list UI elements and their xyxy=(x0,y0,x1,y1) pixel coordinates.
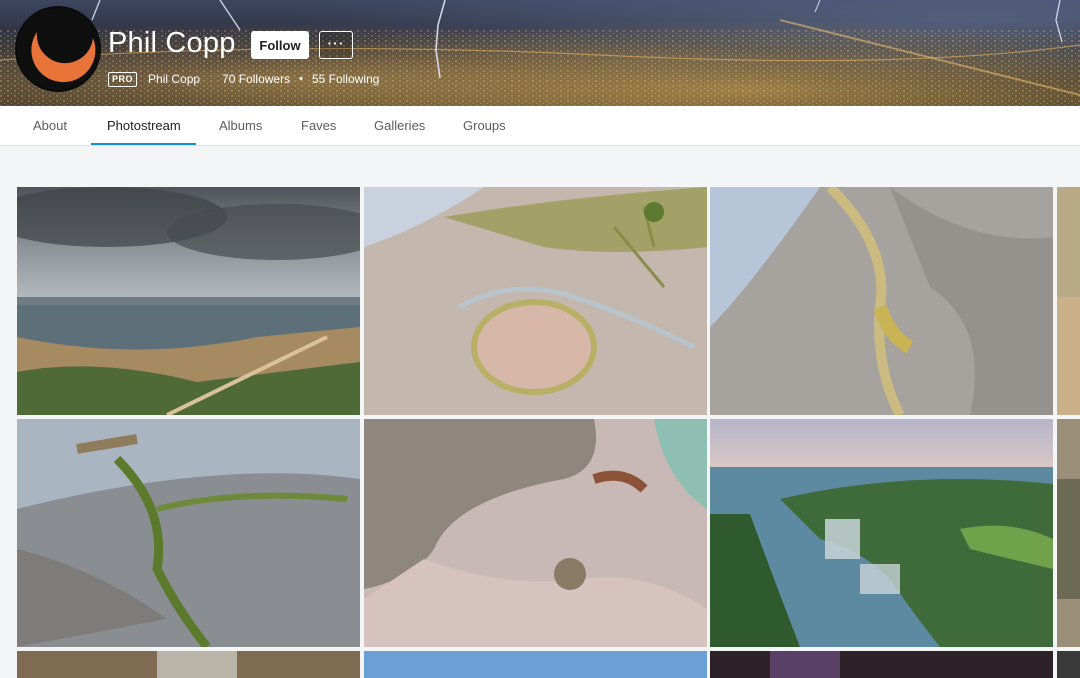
follow-button[interactable]: Follow xyxy=(251,31,309,59)
username: Phil Copp xyxy=(148,72,201,86)
tab-groups[interactable]: Groups xyxy=(463,106,506,145)
photo-night-flowers[interactable] xyxy=(710,651,1053,678)
tab-galleries[interactable]: Galleries xyxy=(374,106,425,145)
followers-link[interactable]: 70 Followers xyxy=(222,72,290,86)
profile-meta: PRO Phil Copp 70 Followers • 55 Followin… xyxy=(108,71,379,87)
meta-separator: • xyxy=(299,73,303,85)
pro-badge: PRO xyxy=(108,71,138,87)
more-options-button[interactable]: ··· xyxy=(319,31,353,59)
profile-tab-bar: About Photostream Albums Faves Galleries… xyxy=(0,106,1080,146)
tab-faves[interactable]: Faves xyxy=(301,106,336,145)
tab-about[interactable]: About xyxy=(33,106,67,145)
photo-sand-channels[interactable] xyxy=(710,187,1053,415)
avatar[interactable] xyxy=(17,8,99,90)
active-tab-indicator xyxy=(91,143,196,145)
photo-rock-cave[interactable] xyxy=(17,651,360,678)
photo-blue-sky[interactable] xyxy=(364,651,707,678)
orange-crescent-moon-logo-icon xyxy=(17,8,99,90)
tab-albums[interactable]: Albums xyxy=(219,106,262,145)
following-link[interactable]: 55 Following xyxy=(312,72,379,86)
profile-name: Phil Copp xyxy=(108,27,236,59)
photo-mangrove-mudflats[interactable] xyxy=(17,419,360,647)
photo-marina-aerial[interactable] xyxy=(710,419,1053,647)
photo-partial-right-3[interactable] xyxy=(1057,651,1080,678)
photo-storm-over-bay[interactable] xyxy=(17,187,360,415)
photo-partial-right-1[interactable] xyxy=(1057,187,1080,415)
ellipsis-icon: ··· xyxy=(327,34,345,51)
photo-salt-flats[interactable] xyxy=(364,419,707,647)
photo-tidal-flats-aerial[interactable] xyxy=(364,187,707,415)
photo-partial-right-2[interactable] xyxy=(1057,419,1080,647)
tab-photostream[interactable]: Photostream xyxy=(107,106,181,145)
